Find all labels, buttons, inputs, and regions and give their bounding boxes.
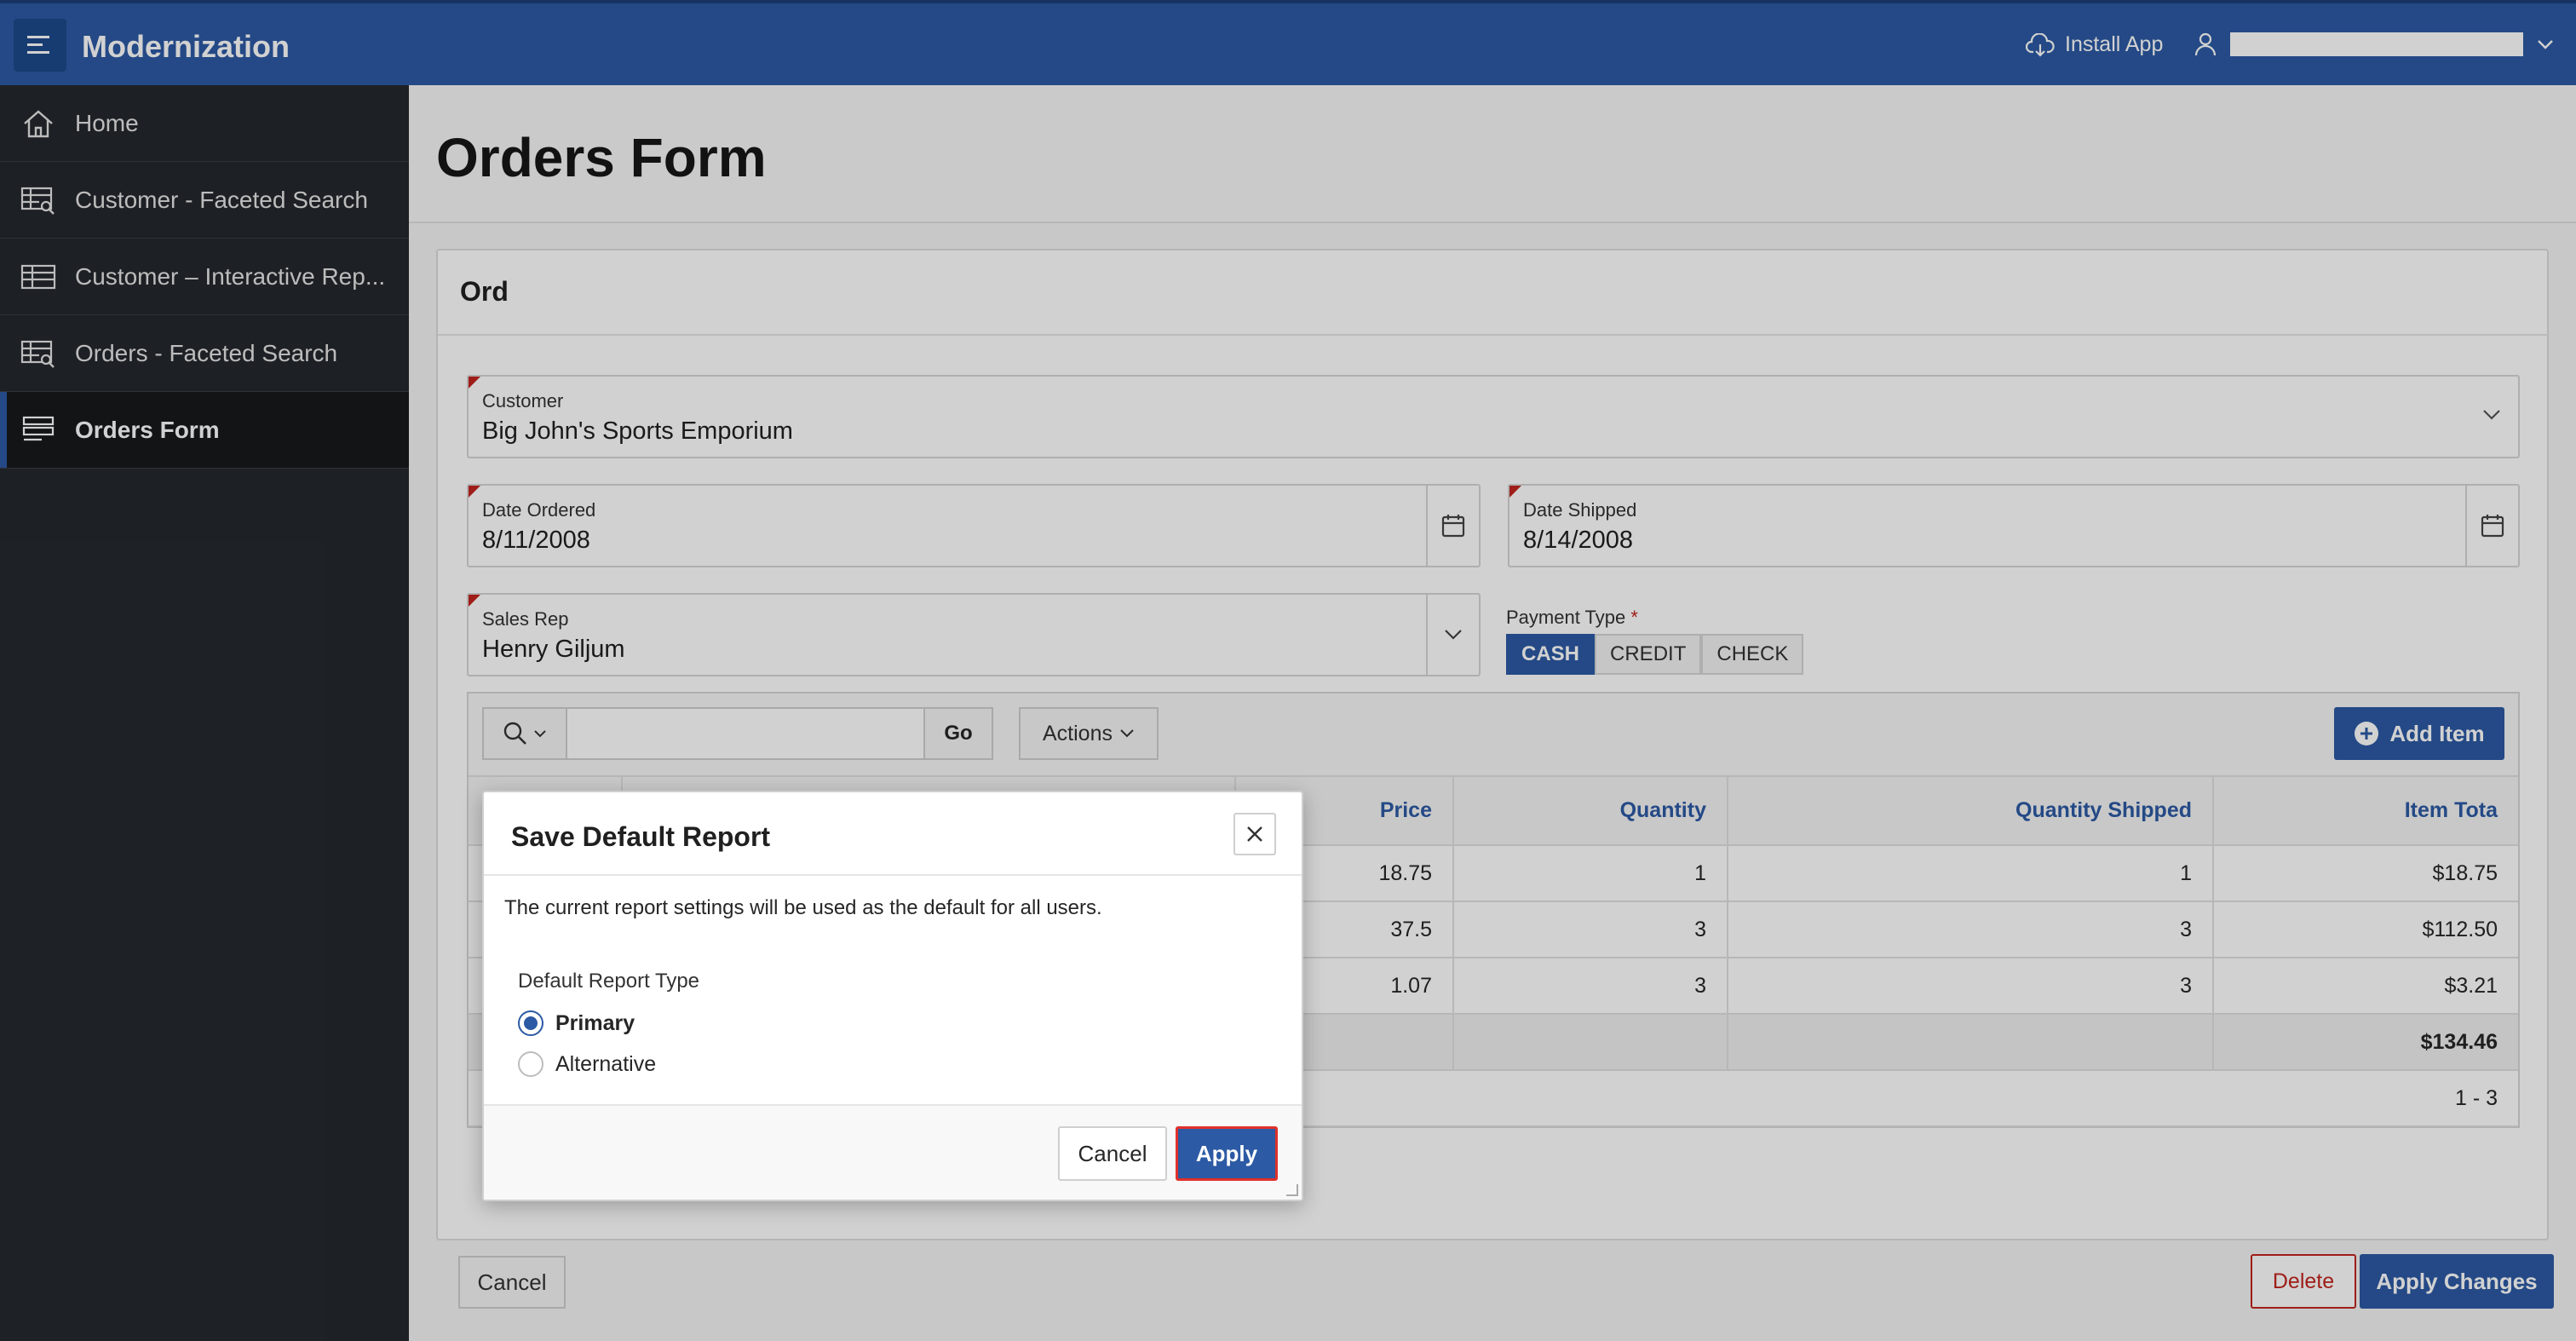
save-default-report-dialog: Save Default Report The current report s… — [482, 791, 1303, 1201]
dialog-description: The current report settings will be used… — [504, 896, 1102, 919]
dialog-footer: Cancel Apply — [484, 1104, 1302, 1200]
radio-label-alternative: Alternative — [555, 1051, 657, 1076]
radio-label-primary: Primary — [555, 1010, 635, 1035]
dialog-close-button[interactable] — [1233, 813, 1276, 855]
dialog-header: Save Default Report — [484, 792, 1302, 876]
close-icon — [1247, 826, 1262, 842]
resize-handle-icon[interactable] — [1286, 1184, 1298, 1196]
dialog-body: The current report settings will be used… — [484, 876, 1302, 1097]
radio-option-primary[interactable]: Primary — [518, 1010, 1281, 1036]
radio-button-unchecked[interactable] — [518, 1051, 543, 1077]
default-report-type-label: Default Report Type — [518, 970, 700, 993]
dialog-title: Save Default Report — [511, 821, 771, 852]
dialog-cancel-button[interactable]: Cancel — [1058, 1126, 1167, 1181]
radio-option-alternative[interactable]: Alternative — [518, 1051, 1281, 1077]
dialog-apply-button[interactable]: Apply — [1176, 1126, 1278, 1181]
radio-button-checked[interactable] — [518, 1010, 543, 1036]
